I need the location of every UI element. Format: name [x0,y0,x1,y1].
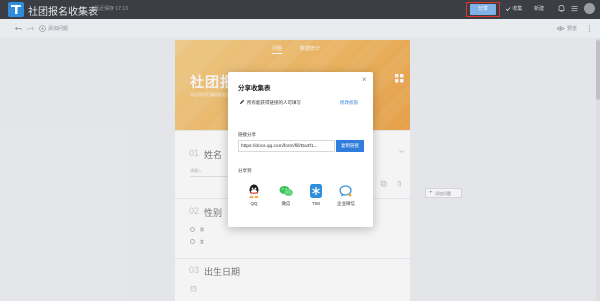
app-logo[interactable] [8,2,24,17]
share-qq-button[interactable]: QQ [244,183,264,209]
collect-icon [505,6,511,11]
share-link-field[interactable]: https://docs.qq.com/form/fill/Da3f1... [238,140,335,152]
doc-title[interactable]: 社团报名收集表 [28,3,98,18]
share-tim-button[interactable]: TIM [306,183,326,209]
share-target-label: 微信 [281,201,291,206]
link-share-label: 链接分享 [238,132,256,137]
change-permission-link[interactable]: 修改权限 [340,100,358,106]
qq-icon [249,184,259,198]
more-icon[interactable] [585,24,594,33]
share-target-label: 企业微信 [337,201,355,206]
preview-button[interactable]: 预览 [567,25,577,32]
permission-text: 所有能获得链接的人可填写 [247,100,301,105]
share-target-label: QQ [250,201,258,206]
bell-icon[interactable] [557,4,566,13]
share-dialog: 分享收集表 × 所有能获得链接的人可填写 修改权限 链接分享 https://d… [228,72,373,227]
top-bar: 社团报名收集表 最近保存 17:13 分享 收集 新建 [0,0,600,19]
collect-button[interactable]: 收集 [505,5,522,12]
add-question-button[interactable]: 添加问题 [48,25,68,32]
redo-icon[interactable] [26,24,35,33]
share-to-label: 分享到 [238,168,252,173]
copy-link-button[interactable]: 复制链接 [336,140,364,152]
tim-icon [310,184,322,198]
collect-label: 收集 [512,6,523,12]
add-circle-icon[interactable] [38,24,47,33]
pencil-icon [240,99,245,104]
share-button[interactable]: 分享 [470,4,496,15]
share-wechat-button[interactable]: 微信 [276,183,296,209]
new-button[interactable]: 新建 [534,5,544,12]
editor-toolbar: 添加问题 预览 [0,19,600,38]
wework-icon [339,185,352,197]
share-target-label: TIM [312,201,320,206]
eye-icon[interactable] [556,24,565,33]
share-wework-button[interactable]: 企业微信 [336,183,356,209]
close-icon[interactable]: × [362,76,367,84]
avatar[interactable] [584,3,595,14]
menu-icon[interactable] [570,4,579,13]
wechat-icon [279,186,293,196]
undo-icon[interactable] [14,24,23,33]
save-status: 最近保存 17:13 [94,6,128,12]
dialog-title: 分享收集表 [238,85,271,92]
